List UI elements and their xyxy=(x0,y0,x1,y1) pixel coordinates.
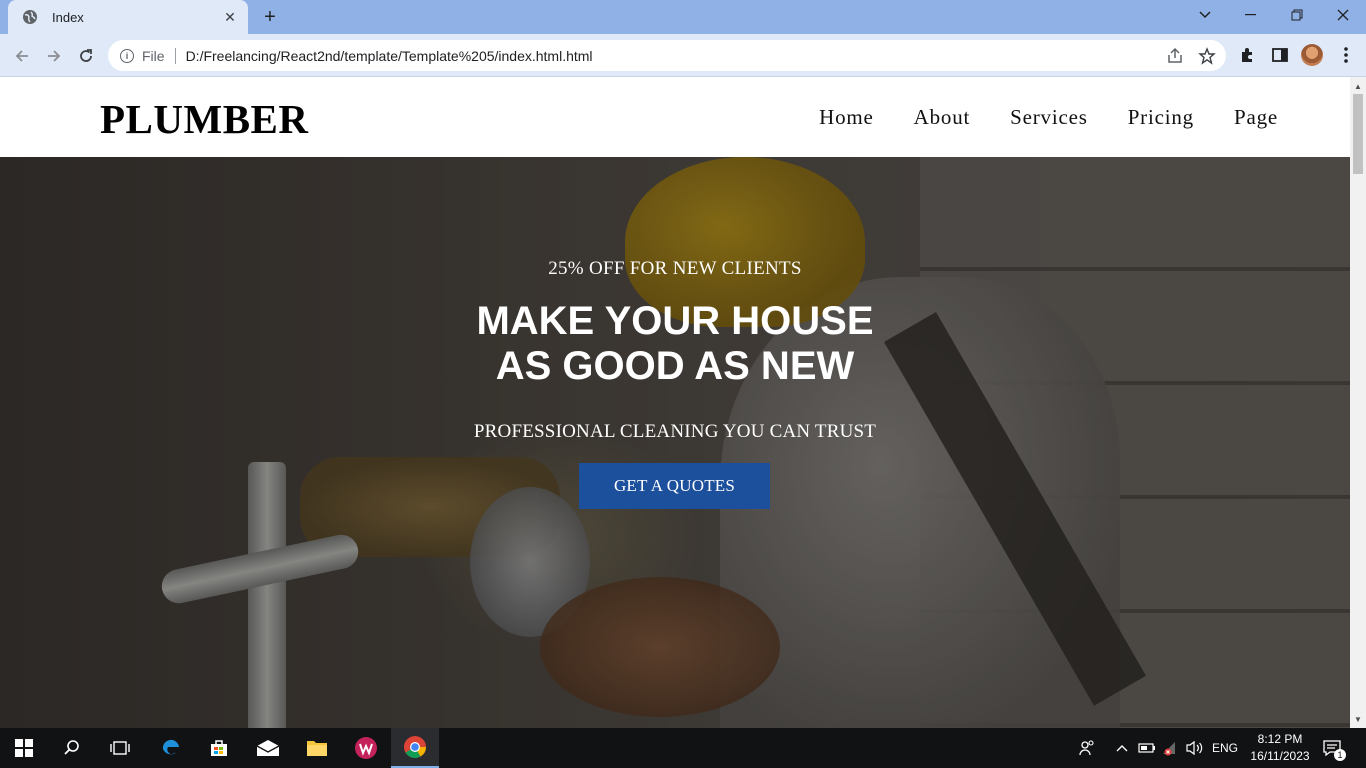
wps-office-icon[interactable] xyxy=(342,728,390,768)
hero-headline: MAKE YOUR HOUSE AS GOOD AS NEW xyxy=(0,299,1350,389)
web-page: PLUMBER Home About Services Pricing Page… xyxy=(0,77,1350,728)
hero-headline-line2: AS GOOD AS NEW xyxy=(495,344,855,388)
hero-headline-line1: MAKE YOUR HOUSE xyxy=(476,299,874,343)
scrollbar-thumb[interactable] xyxy=(1353,94,1363,174)
side-panel-icon[interactable] xyxy=(1270,45,1290,65)
main-nav: Home About Services Pricing Page xyxy=(819,105,1278,130)
browser-tab[interactable]: Index ✕ xyxy=(8,0,248,34)
notification-count: 1 xyxy=(1334,749,1346,761)
hero-tagline: PROFESSIONAL CLEANING YOU CAN TRUST xyxy=(473,421,877,442)
address-url[interactable]: D:/Freelancing/React2nd/template/Templat… xyxy=(186,48,593,64)
address-bar[interactable]: i File D:/Freelancing/React2nd/template/… xyxy=(108,40,1226,71)
site-info-icon[interactable]: i xyxy=(120,48,134,63)
share-icon[interactable] xyxy=(1166,47,1184,65)
hero-section: 25% OFF FOR NEW CLIENTS MAKE YOUR HOUSE … xyxy=(0,157,1350,728)
file-explorer-icon[interactable] xyxy=(293,728,341,768)
search-icon[interactable] xyxy=(48,728,96,768)
clock-date: 16/11/2023 xyxy=(1250,749,1310,763)
nav-page[interactable]: Page xyxy=(1234,105,1278,130)
site-header: PLUMBER Home About Services Pricing Page xyxy=(0,77,1350,157)
clock-time: 8:12 PM xyxy=(1257,732,1303,746)
notifications-icon[interactable]: 1 xyxy=(1322,728,1346,768)
hero-offer: 25% OFF FOR NEW CLIENTS xyxy=(548,258,802,279)
new-tab-icon[interactable]: + xyxy=(258,6,282,28)
edge-icon[interactable] xyxy=(147,728,195,768)
minimize-icon[interactable] xyxy=(1228,0,1274,30)
tab-title: Index xyxy=(52,9,84,25)
nav-home[interactable]: Home xyxy=(819,105,874,130)
store-icon[interactable] xyxy=(195,728,243,768)
reload-icon[interactable] xyxy=(73,43,99,69)
profile-avatar[interactable] xyxy=(1301,44,1323,66)
restore-icon[interactable] xyxy=(1274,0,1320,30)
browser-tab-strip: Index ✕ + xyxy=(0,0,1366,34)
nav-services[interactable]: Services xyxy=(1010,105,1088,130)
bookmark-star-icon[interactable] xyxy=(1198,47,1216,65)
nav-pricing[interactable]: Pricing xyxy=(1128,105,1194,130)
close-window-icon[interactable] xyxy=(1320,0,1366,30)
task-view-icon[interactable] xyxy=(96,728,144,768)
windows-start-icon[interactable] xyxy=(0,728,48,768)
network-disconnected-icon[interactable] xyxy=(1161,728,1179,768)
volume-icon[interactable] xyxy=(1185,728,1205,768)
tab-search-icon[interactable] xyxy=(1182,0,1228,30)
globe-icon xyxy=(23,10,37,24)
browser-toolbar: i File D:/Freelancing/React2nd/template/… xyxy=(0,34,1366,77)
mail-icon[interactable] xyxy=(244,728,292,768)
language-indicator[interactable]: ENG xyxy=(1212,728,1238,768)
nav-about[interactable]: About xyxy=(914,105,971,130)
taskbar-clock[interactable]: 8:12 PM 16/11/2023 xyxy=(1248,731,1312,765)
tray-chevron-up-icon[interactable] xyxy=(1116,728,1128,768)
site-logo[interactable]: PLUMBER xyxy=(100,95,309,143)
taskbar: ENG 8:12 PM 16/11/2023 1 xyxy=(0,728,1366,768)
forward-icon[interactable] xyxy=(41,43,67,69)
back-icon[interactable] xyxy=(9,43,35,69)
address-scheme: File xyxy=(142,47,165,64)
get-quotes-button[interactable]: GET A QUOTES xyxy=(579,463,770,509)
address-separator xyxy=(174,47,176,64)
scroll-up-icon[interactable]: ▲ xyxy=(1350,79,1366,93)
more-menu-icon[interactable] xyxy=(1336,45,1356,65)
people-icon[interactable] xyxy=(1078,728,1096,768)
close-tab-icon[interactable]: ✕ xyxy=(222,9,238,25)
scroll-down-icon[interactable]: ▼ xyxy=(1350,712,1366,726)
extensions-icon[interactable] xyxy=(1238,45,1258,65)
chrome-icon[interactable] xyxy=(391,728,439,768)
page-scrollbar[interactable]: ▲ ▼ xyxy=(1350,77,1366,728)
battery-icon[interactable] xyxy=(1138,728,1156,768)
